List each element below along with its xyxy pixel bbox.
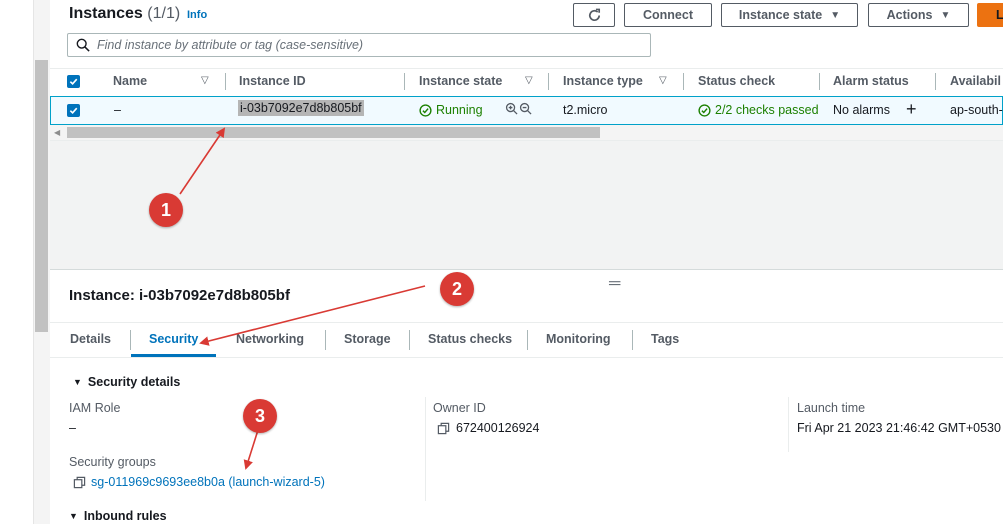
actions-button[interactable]: Actions ▼ xyxy=(868,3,969,27)
owner-id-text: 672400126924 xyxy=(456,421,540,435)
scroll-left-icon[interactable]: ◀ xyxy=(54,128,60,137)
panel-divider xyxy=(50,269,1003,270)
tab-divider xyxy=(409,330,410,350)
iam-role-value: – xyxy=(69,421,76,435)
search-input[interactable]: Find instance by attribute or tag (case-… xyxy=(67,33,651,57)
column-divider xyxy=(935,73,936,90)
security-group-link[interactable]: sg-011969c9693ee8b0a (launch-wizard-5) xyxy=(91,475,325,489)
row-status-check[interactable]: 2/2 checks passed xyxy=(698,103,819,117)
caret-down-icon: ▼ xyxy=(73,377,82,387)
tab-divider xyxy=(632,330,633,350)
add-alarm-icon[interactable]: + xyxy=(906,100,917,118)
annotation-marker-2: 2 xyxy=(440,272,474,306)
tab-networking[interactable]: Networking xyxy=(236,332,304,346)
annotation-marker-1: 1 xyxy=(149,193,183,227)
select-all-checkbox[interactable] xyxy=(67,75,80,88)
resize-handle-icon[interactable]: ═ xyxy=(609,275,620,293)
inbound-rules-heading: Inbound rules xyxy=(83,509,167,523)
refresh-icon xyxy=(588,8,600,21)
table-empty-area xyxy=(50,141,1003,269)
row-instance-id-link[interactable]: i-03b7092e7d8b805bf xyxy=(238,100,364,116)
row-availability-zone: ap-south- xyxy=(950,103,1003,117)
column-divider xyxy=(425,397,426,501)
security-group-item: sg-011969c9693ee8b0a (launch-wizard-5) xyxy=(73,475,325,489)
annotation-marker-3: 3 xyxy=(243,399,277,433)
left-panel-edge xyxy=(0,0,34,524)
column-instance-state[interactable]: Instance state xyxy=(419,74,502,88)
sort-icon[interactable]: ▽ xyxy=(525,75,533,86)
column-availability[interactable]: Availabil xyxy=(950,74,1001,88)
tab-storage[interactable]: Storage xyxy=(344,332,391,346)
page-scrollbar-thumb[interactable] xyxy=(35,60,48,332)
inbound-rules-toggle[interactable]: ▼ Inbound rules xyxy=(69,509,167,523)
row-state-text: Running xyxy=(436,103,483,117)
column-instance-id[interactable]: Instance ID xyxy=(239,74,306,88)
connect-button[interactable]: Connect xyxy=(624,3,712,27)
security-groups-label: Security groups xyxy=(69,455,156,469)
sort-icon[interactable]: ▽ xyxy=(659,75,667,86)
column-divider xyxy=(225,73,226,90)
state-zoom-controls[interactable] xyxy=(505,102,532,115)
column-divider xyxy=(819,73,820,90)
launch-instances-button[interactable]: L xyxy=(977,3,1003,27)
details-title: Instance: i-03b7092e7d8b805bf xyxy=(69,287,290,304)
tab-divider xyxy=(325,330,326,350)
caret-down-icon: ▼ xyxy=(69,511,78,521)
checkmark-icon xyxy=(69,107,78,115)
row-status-check-text: 2/2 checks passed xyxy=(715,103,819,117)
instance-state-button[interactable]: Instance state ▼ xyxy=(721,3,858,27)
tab-monitoring[interactable]: Monitoring xyxy=(546,332,611,346)
tab-status-checks[interactable]: Status checks xyxy=(428,332,512,346)
tab-divider xyxy=(527,330,528,350)
search-placeholder: Find instance by attribute or tag (case-… xyxy=(97,38,364,52)
row-name: – xyxy=(114,103,121,117)
horizontal-scroll-thumb[interactable] xyxy=(67,127,600,138)
iam-role-label: IAM Role xyxy=(69,401,121,415)
copy-icon[interactable] xyxy=(73,476,86,489)
instance-count: (1/1) xyxy=(147,5,181,22)
row-state: Running xyxy=(419,103,483,117)
refresh-button[interactable] xyxy=(573,3,615,27)
title-text: Instances xyxy=(69,5,143,22)
zoom-out-icon[interactable] xyxy=(519,102,532,115)
column-divider xyxy=(683,73,684,90)
column-alarm-status[interactable]: Alarm status xyxy=(833,74,909,88)
caret-down-icon: ▼ xyxy=(830,9,841,21)
copy-icon[interactable] xyxy=(437,422,450,435)
tab-tags[interactable]: Tags xyxy=(651,332,679,346)
launch-time-value: Fri Apr 21 2023 21:46:42 GMT+0530 xyxy=(797,421,1001,435)
row-alarm-status: No alarms xyxy=(833,103,890,117)
zoom-in-icon[interactable] xyxy=(505,102,518,115)
tab-details[interactable]: Details xyxy=(70,332,111,346)
column-instance-type[interactable]: Instance type xyxy=(563,74,643,88)
column-name[interactable]: Name xyxy=(113,74,147,88)
check-circle-icon xyxy=(698,103,711,117)
instance-state-label: Instance state xyxy=(738,8,823,22)
launch-time-label: Launch time xyxy=(797,401,866,415)
active-tab-indicator xyxy=(131,354,216,357)
info-link[interactable]: Info xyxy=(187,9,207,21)
actions-label: Actions xyxy=(886,8,933,22)
owner-id-label: Owner ID xyxy=(433,401,486,415)
tab-divider xyxy=(130,330,131,350)
security-details-toggle[interactable]: ▼ Security details xyxy=(73,375,180,389)
caret-down-icon: ▼ xyxy=(940,9,951,21)
arrow-to-security-group xyxy=(243,429,259,470)
owner-id-value: 672400126924 xyxy=(437,421,539,435)
row-instance-type: t2.micro xyxy=(563,103,608,117)
row-checkbox[interactable] xyxy=(67,104,80,117)
column-divider xyxy=(788,397,789,452)
column-status-check[interactable]: Status check xyxy=(698,74,775,88)
sort-icon[interactable]: ▽ xyxy=(201,75,209,86)
check-circle-icon xyxy=(419,103,432,117)
security-details-heading: Security details xyxy=(87,375,181,389)
checkmark-icon xyxy=(69,78,78,86)
page-title: Instances (1/1) xyxy=(69,5,180,23)
column-divider xyxy=(404,73,405,90)
tab-security[interactable]: Security xyxy=(149,332,198,346)
search-icon xyxy=(76,38,90,52)
column-divider xyxy=(548,73,549,90)
